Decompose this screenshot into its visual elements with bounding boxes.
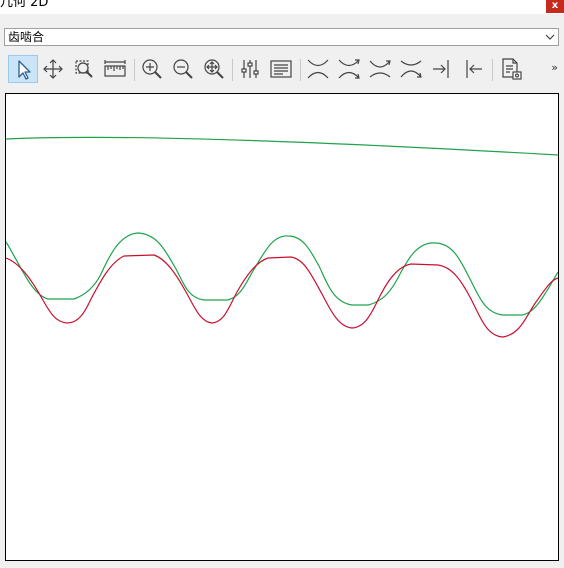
settings-button[interactable] — [235, 55, 265, 83]
measure-button[interactable] — [100, 55, 130, 83]
curve-out-button[interactable] — [334, 55, 364, 83]
properties-button[interactable] — [266, 55, 296, 83]
curve-in-button[interactable] — [303, 55, 333, 83]
document-settings-button[interactable] — [496, 55, 526, 83]
toolbar: » — [4, 53, 560, 87]
chevron-down-icon — [545, 34, 555, 40]
pan-tool-button[interactable] — [38, 55, 68, 83]
settings-sliders-icon — [241, 60, 259, 78]
geometry-selector[interactable]: 齿啮合 — [4, 28, 559, 46]
zoom-window-button[interactable] — [69, 55, 99, 83]
curve-in-icon — [307, 59, 329, 79]
align-right-bar-icon — [433, 60, 449, 78]
measure-ruler-icon — [104, 60, 126, 77]
toolbar-overflow-button[interactable]: » — [551, 61, 558, 74]
zoom-window-icon — [75, 60, 93, 78]
curve-up-button[interactable] — [396, 55, 426, 83]
zoom-out-button[interactable] — [168, 55, 198, 83]
gear-mesh-drawing — [6, 136, 558, 338]
selector-value: 齿啮合 — [8, 30, 45, 44]
select-tool-button[interactable] — [8, 55, 38, 83]
curve-up-icon — [400, 60, 422, 78]
toolbar-separator — [232, 59, 233, 81]
toolbar-separator — [134, 59, 135, 81]
zoom-in-icon — [142, 59, 162, 79]
title-bar: 几何 2D x — [0, 0, 564, 14]
curve-down-button[interactable] — [365, 55, 395, 83]
align-right-button[interactable] — [427, 55, 457, 83]
toolbar-separator — [300, 59, 301, 81]
close-button[interactable]: x — [546, 0, 564, 13]
curve-out-icon — [338, 59, 360, 79]
zoom-out-icon — [173, 59, 193, 79]
zoom-fit-button[interactable] — [199, 55, 229, 83]
document-settings-icon — [502, 58, 522, 80]
select-arrow-icon — [18, 60, 31, 80]
outer-gear-arc — [6, 136, 558, 156]
zoom-fit-icon — [204, 59, 224, 79]
align-left-bar-icon — [466, 60, 482, 78]
text-list-icon — [270, 60, 292, 78]
curve-down-icon — [369, 60, 391, 78]
red-gear-profile — [6, 254, 558, 338]
toolbar-separator — [492, 59, 493, 81]
align-left-button[interactable] — [458, 55, 488, 83]
window-title: 几何 2D — [0, 0, 49, 10]
pan-move-icon — [43, 59, 63, 79]
zoom-in-button[interactable] — [137, 55, 167, 83]
geometry-view-canvas[interactable] — [5, 93, 559, 561]
